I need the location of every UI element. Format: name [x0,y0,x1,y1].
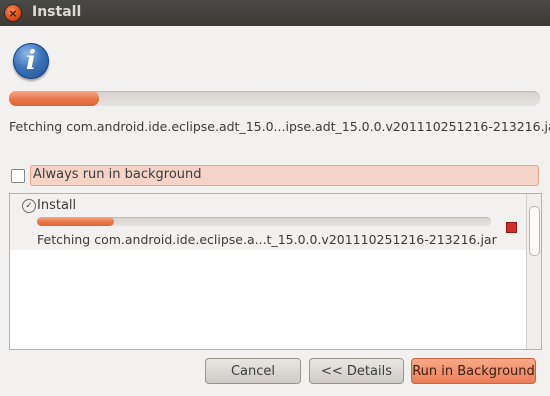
scroll-thumb[interactable] [529,206,540,256]
job-item: ✓ Install Fetching com.android.ide.eclip… [10,194,526,250]
main-progress-fill [9,91,100,106]
job-title: Install [37,198,77,213]
job-status-text: Fetching com.android.ide.eclipse.a...t_1… [37,232,497,247]
always-background-label: Always run in background [33,167,202,182]
install-icon: ✓ [22,199,36,213]
stop-button[interactable] [506,222,517,233]
close-icon[interactable]: × [5,5,21,21]
job-list: ✓ Install Fetching com.android.ide.eclip… [9,193,542,350]
info-icon: i [13,43,49,79]
scrollbar[interactable] [526,194,541,349]
main-progress-bar [9,91,540,106]
title-bar: × Install [0,0,550,26]
job-progress-bar [37,217,491,226]
status-text: Fetching com.android.ide.eclipse.adt_15.… [9,119,550,134]
job-progress-fill [37,217,115,226]
details-button[interactable]: << Details [309,358,404,384]
window-title: Install [32,4,82,20]
always-background-highlight[interactable]: Always run in background [30,165,539,186]
run-in-background-button[interactable]: Run in Background [411,358,536,384]
cancel-button[interactable]: Cancel [205,358,301,384]
always-background-checkbox[interactable] [11,169,25,183]
